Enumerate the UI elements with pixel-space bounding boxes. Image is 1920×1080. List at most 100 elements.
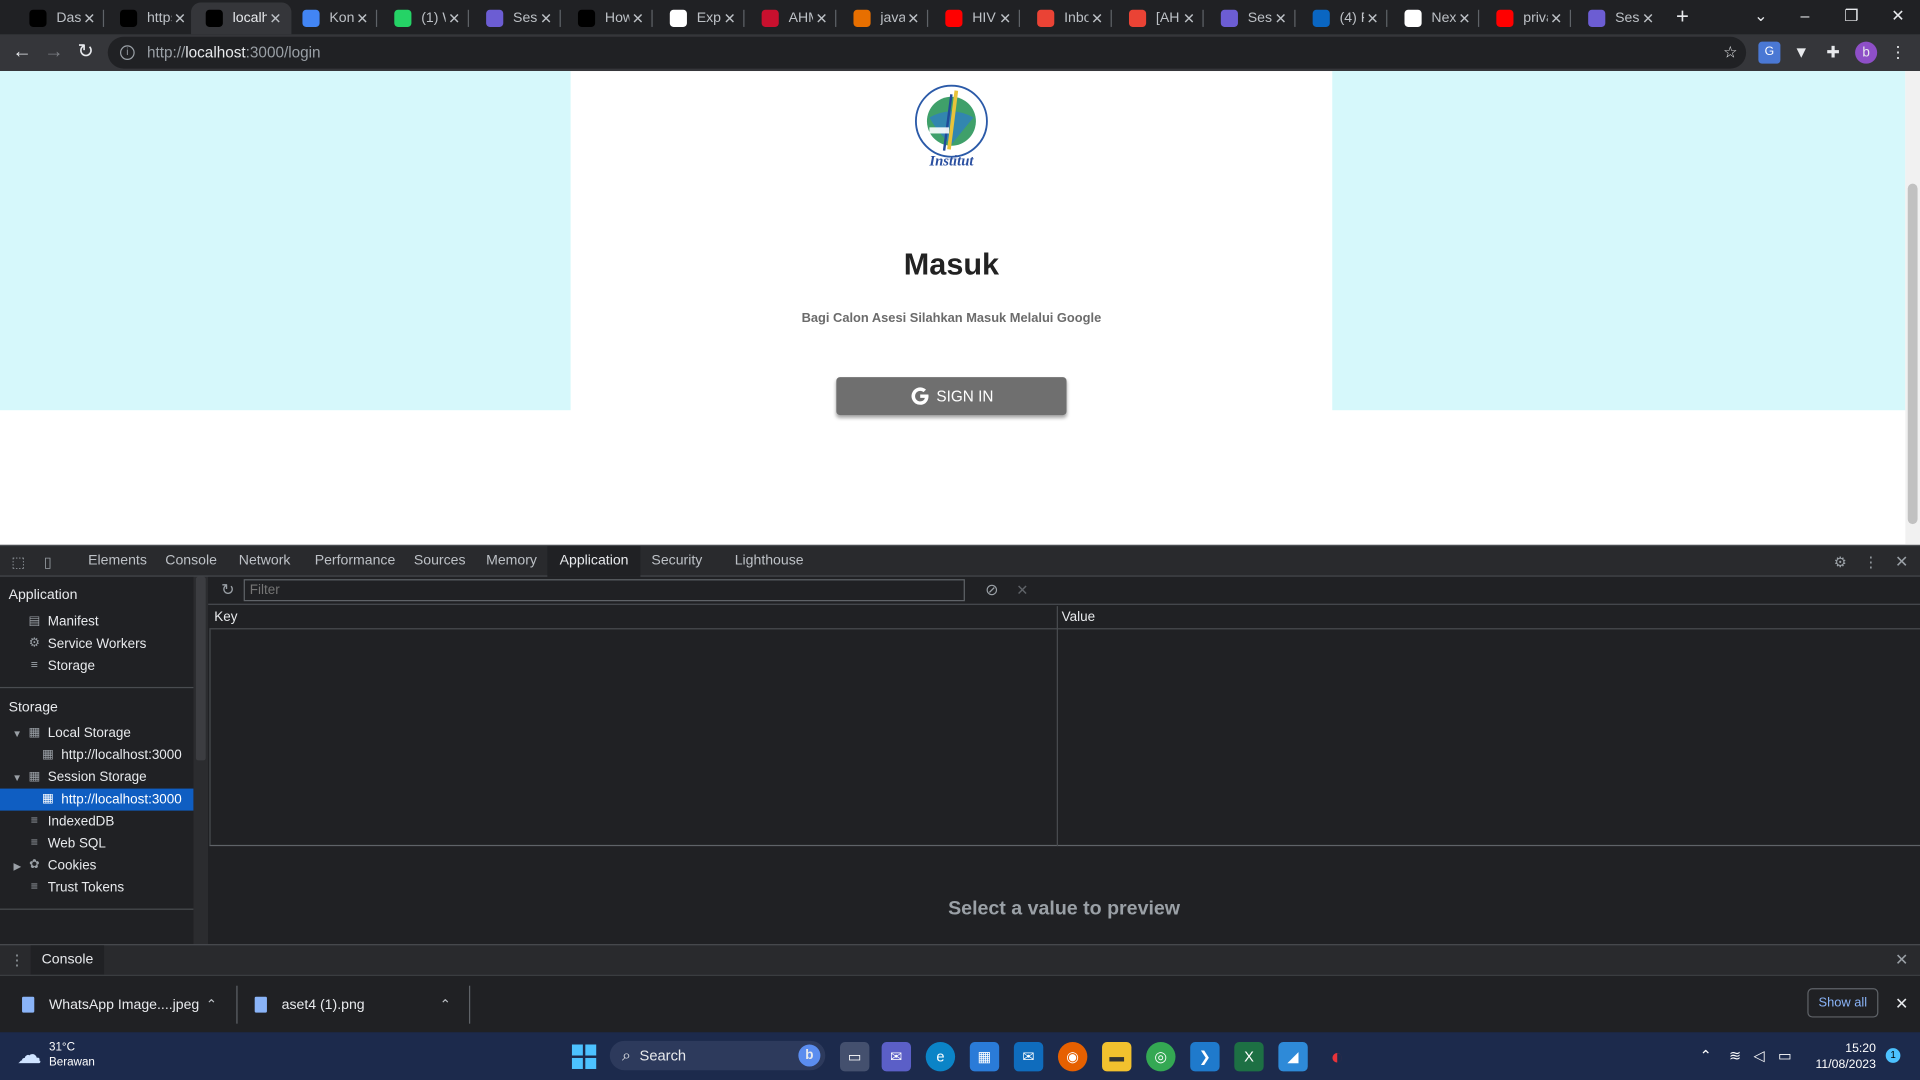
vscode-icon[interactable]: ❯ bbox=[1190, 1042, 1220, 1072]
sidebar-item-storage[interactable]: ≡ Storage bbox=[27, 655, 95, 677]
browser-tab[interactable]: Konfigurasi✕ bbox=[288, 2, 379, 34]
weather-widget[interactable]: ☁ 31°C Berawan bbox=[17, 1040, 95, 1071]
browser-tab[interactable]: Express✕ bbox=[655, 2, 746, 34]
sidebar-item-session-origin[interactable]: ▦ http://localhost:3000 bbox=[0, 788, 194, 811]
task-view-icon[interactable]: ▭ bbox=[840, 1042, 870, 1072]
download-item[interactable]: aset4 (1).png ⌃ bbox=[254, 976, 457, 1034]
store-icon[interactable]: ▦ bbox=[969, 1042, 1000, 1072]
tab-close-icon[interactable]: ✕ bbox=[1548, 10, 1565, 27]
tab-close-icon[interactable]: ✕ bbox=[171, 10, 188, 27]
download-bar-close-icon[interactable]: ✕ bbox=[1892, 994, 1912, 1014]
browser-tab[interactable]: Session✕ bbox=[471, 2, 562, 34]
forward-icon[interactable]: → bbox=[40, 39, 67, 66]
inspect-element-icon[interactable]: ⬚ bbox=[9, 552, 29, 572]
tab-close-icon[interactable]: ✕ bbox=[354, 10, 371, 27]
browser-tab[interactable]: localhost:3000✕ bbox=[191, 2, 292, 35]
menu-kebab-icon[interactable]: ⋮ bbox=[1887, 42, 1909, 64]
azure-data-studio-icon[interactable]: ◢ bbox=[1278, 1042, 1308, 1072]
browser-tab[interactable]: How✕ bbox=[563, 2, 654, 34]
browser-tab[interactable]: (4) Feed✕ bbox=[1298, 2, 1389, 34]
tab-close-icon[interactable]: ✕ bbox=[81, 10, 98, 27]
tab-close-icon[interactable]: ✕ bbox=[813, 10, 830, 27]
sidebar-item-session-storage[interactable]: ▦ Session Storage bbox=[27, 767, 146, 789]
browser-tab[interactable]: HIVI✕ bbox=[931, 2, 1022, 34]
edge-icon[interactable]: e bbox=[925, 1042, 956, 1072]
devtools-tab-memory[interactable]: Memory bbox=[474, 546, 549, 577]
tab-close-icon[interactable]: ✕ bbox=[538, 10, 555, 27]
excel-icon[interactable]: X bbox=[1234, 1042, 1264, 1072]
devtools-more-icon[interactable]: ⋮ bbox=[1861, 552, 1881, 572]
close-window-button[interactable]: ✕ bbox=[1876, 0, 1920, 34]
drawer-tab-console[interactable]: Console bbox=[30, 945, 105, 975]
tab-close-icon[interactable]: ✕ bbox=[267, 10, 284, 27]
taskbar-clock[interactable]: 15:20 11/08/2023 bbox=[1812, 1041, 1876, 1073]
teams-chat-icon[interactable]: ✉ bbox=[881, 1042, 912, 1072]
tab-close-icon[interactable]: ✕ bbox=[1456, 10, 1473, 27]
devtools-tab-sources[interactable]: Sources bbox=[402, 546, 478, 577]
sidebar-item-manifest[interactable]: ▤ Manifest bbox=[27, 611, 98, 633]
filter-input[interactable] bbox=[243, 579, 965, 602]
site-info-icon[interactable]: i bbox=[120, 45, 135, 61]
volume-icon[interactable]: ◁ bbox=[1753, 1047, 1764, 1064]
minimize-button[interactable]: – bbox=[1783, 0, 1827, 34]
sidebar-item-cookies[interactable]: ✿ Cookies bbox=[27, 855, 96, 877]
tab-search-button[interactable]: ⌄ bbox=[1739, 0, 1783, 34]
devtools-tab-application[interactable]: Application bbox=[547, 546, 641, 577]
reload-icon[interactable]: ↻ bbox=[72, 39, 99, 66]
drawer-close-icon[interactable]: ✕ bbox=[1892, 950, 1912, 970]
clear-all-icon[interactable]: ⊘ bbox=[982, 580, 1002, 600]
tab-close-icon[interactable]: ✕ bbox=[1089, 10, 1106, 27]
browser-tab[interactable]: javascript✕ bbox=[839, 2, 930, 34]
chevron-up-icon[interactable]: ⌃ bbox=[206, 997, 217, 1013]
device-toolbar-icon[interactable]: ▯ bbox=[38, 552, 58, 572]
battery-icon[interactable]: ▭ bbox=[1778, 1047, 1792, 1064]
browser-tab[interactable]: https://✕ bbox=[105, 2, 196, 34]
browser-tab[interactable]: Dashboard✕ bbox=[15, 2, 106, 34]
devtools-close-icon[interactable]: ✕ bbox=[1892, 552, 1912, 572]
column-header-value[interactable]: Value bbox=[1057, 606, 1095, 629]
restore-button[interactable]: ❐ bbox=[1829, 0, 1873, 34]
expand-triangle-icon[interactable]: ▼ bbox=[12, 729, 22, 740]
tab-close-icon[interactable]: ✕ bbox=[1364, 10, 1381, 27]
file-explorer-icon[interactable]: ▬ bbox=[1102, 1042, 1132, 1072]
browser-tab[interactable]: Inbox✕ bbox=[1022, 2, 1113, 34]
sidebar-item-service-workers[interactable]: ⚙ Service Workers bbox=[27, 633, 147, 655]
collapse-triangle-icon[interactable]: ▶ bbox=[13, 861, 21, 872]
sidebar-item-trust-tokens[interactable]: ≡ Trust Tokens bbox=[27, 877, 124, 899]
firefox-icon[interactable]: ◉ bbox=[1057, 1042, 1088, 1072]
bing-icon[interactable]: b bbox=[798, 1044, 821, 1067]
tab-close-icon[interactable]: ✕ bbox=[997, 10, 1014, 27]
drawer-menu-icon[interactable]: ⋮ bbox=[7, 950, 27, 970]
new-tab-button[interactable]: + bbox=[1670, 5, 1694, 29]
delete-selected-icon[interactable]: ✕ bbox=[1013, 580, 1033, 600]
tab-close-icon[interactable]: ✕ bbox=[905, 10, 922, 27]
devtools-tab-security[interactable]: Security bbox=[639, 546, 714, 577]
devtools-settings-icon[interactable]: ⚙ bbox=[1831, 552, 1851, 572]
storage-table-body[interactable] bbox=[209, 629, 1920, 847]
sidebar-item-local-storage[interactable]: ▦ Local Storage bbox=[27, 722, 130, 744]
browser-tab[interactable]: Next✕ bbox=[1390, 2, 1481, 34]
browser-tab[interactable]: private✕ bbox=[1482, 2, 1573, 34]
tab-close-icon[interactable]: ✕ bbox=[721, 10, 738, 27]
sidebar-item-local-origin[interactable]: ▦ http://localhost:3000 bbox=[40, 744, 182, 766]
devtools-tab-elements[interactable]: Elements bbox=[76, 546, 159, 577]
sidebar-item-websql[interactable]: ≡ Web SQL bbox=[27, 833, 106, 855]
devtools-tab-performance[interactable]: Performance bbox=[302, 546, 407, 577]
bookmark-star-icon[interactable]: ☆ bbox=[1719, 42, 1741, 64]
translate-icon[interactable]: G bbox=[1758, 41, 1781, 64]
refresh-icon[interactable]: ↻ bbox=[218, 580, 238, 600]
chrome-icon[interactable]: ◎ bbox=[1146, 1042, 1176, 1072]
download-item[interactable]: WhatsApp Image....jpeg ⌃ bbox=[22, 976, 218, 1034]
devtools-tab-console[interactable]: Console bbox=[153, 546, 229, 577]
back-icon[interactable]: ← bbox=[9, 39, 36, 66]
extension-v-icon[interactable]: ▼ bbox=[1790, 42, 1812, 64]
windows-start-icon[interactable] bbox=[569, 1042, 598, 1071]
mail-icon[interactable]: ✉ bbox=[1013, 1042, 1044, 1072]
sidebar-item-indexeddb[interactable]: ≡ IndexedDB bbox=[27, 811, 115, 833]
wifi-icon[interactable]: ≋ bbox=[1729, 1047, 1741, 1064]
taskbar-search[interactable]: ⌕ Search b bbox=[609, 1040, 826, 1071]
postman-like-icon[interactable]: ◐ bbox=[1322, 1042, 1351, 1071]
devtools-tab-network[interactable]: Network bbox=[227, 546, 303, 577]
tab-close-icon[interactable]: ✕ bbox=[629, 10, 646, 27]
google-signin-button[interactable]: SIGN IN bbox=[836, 377, 1067, 416]
